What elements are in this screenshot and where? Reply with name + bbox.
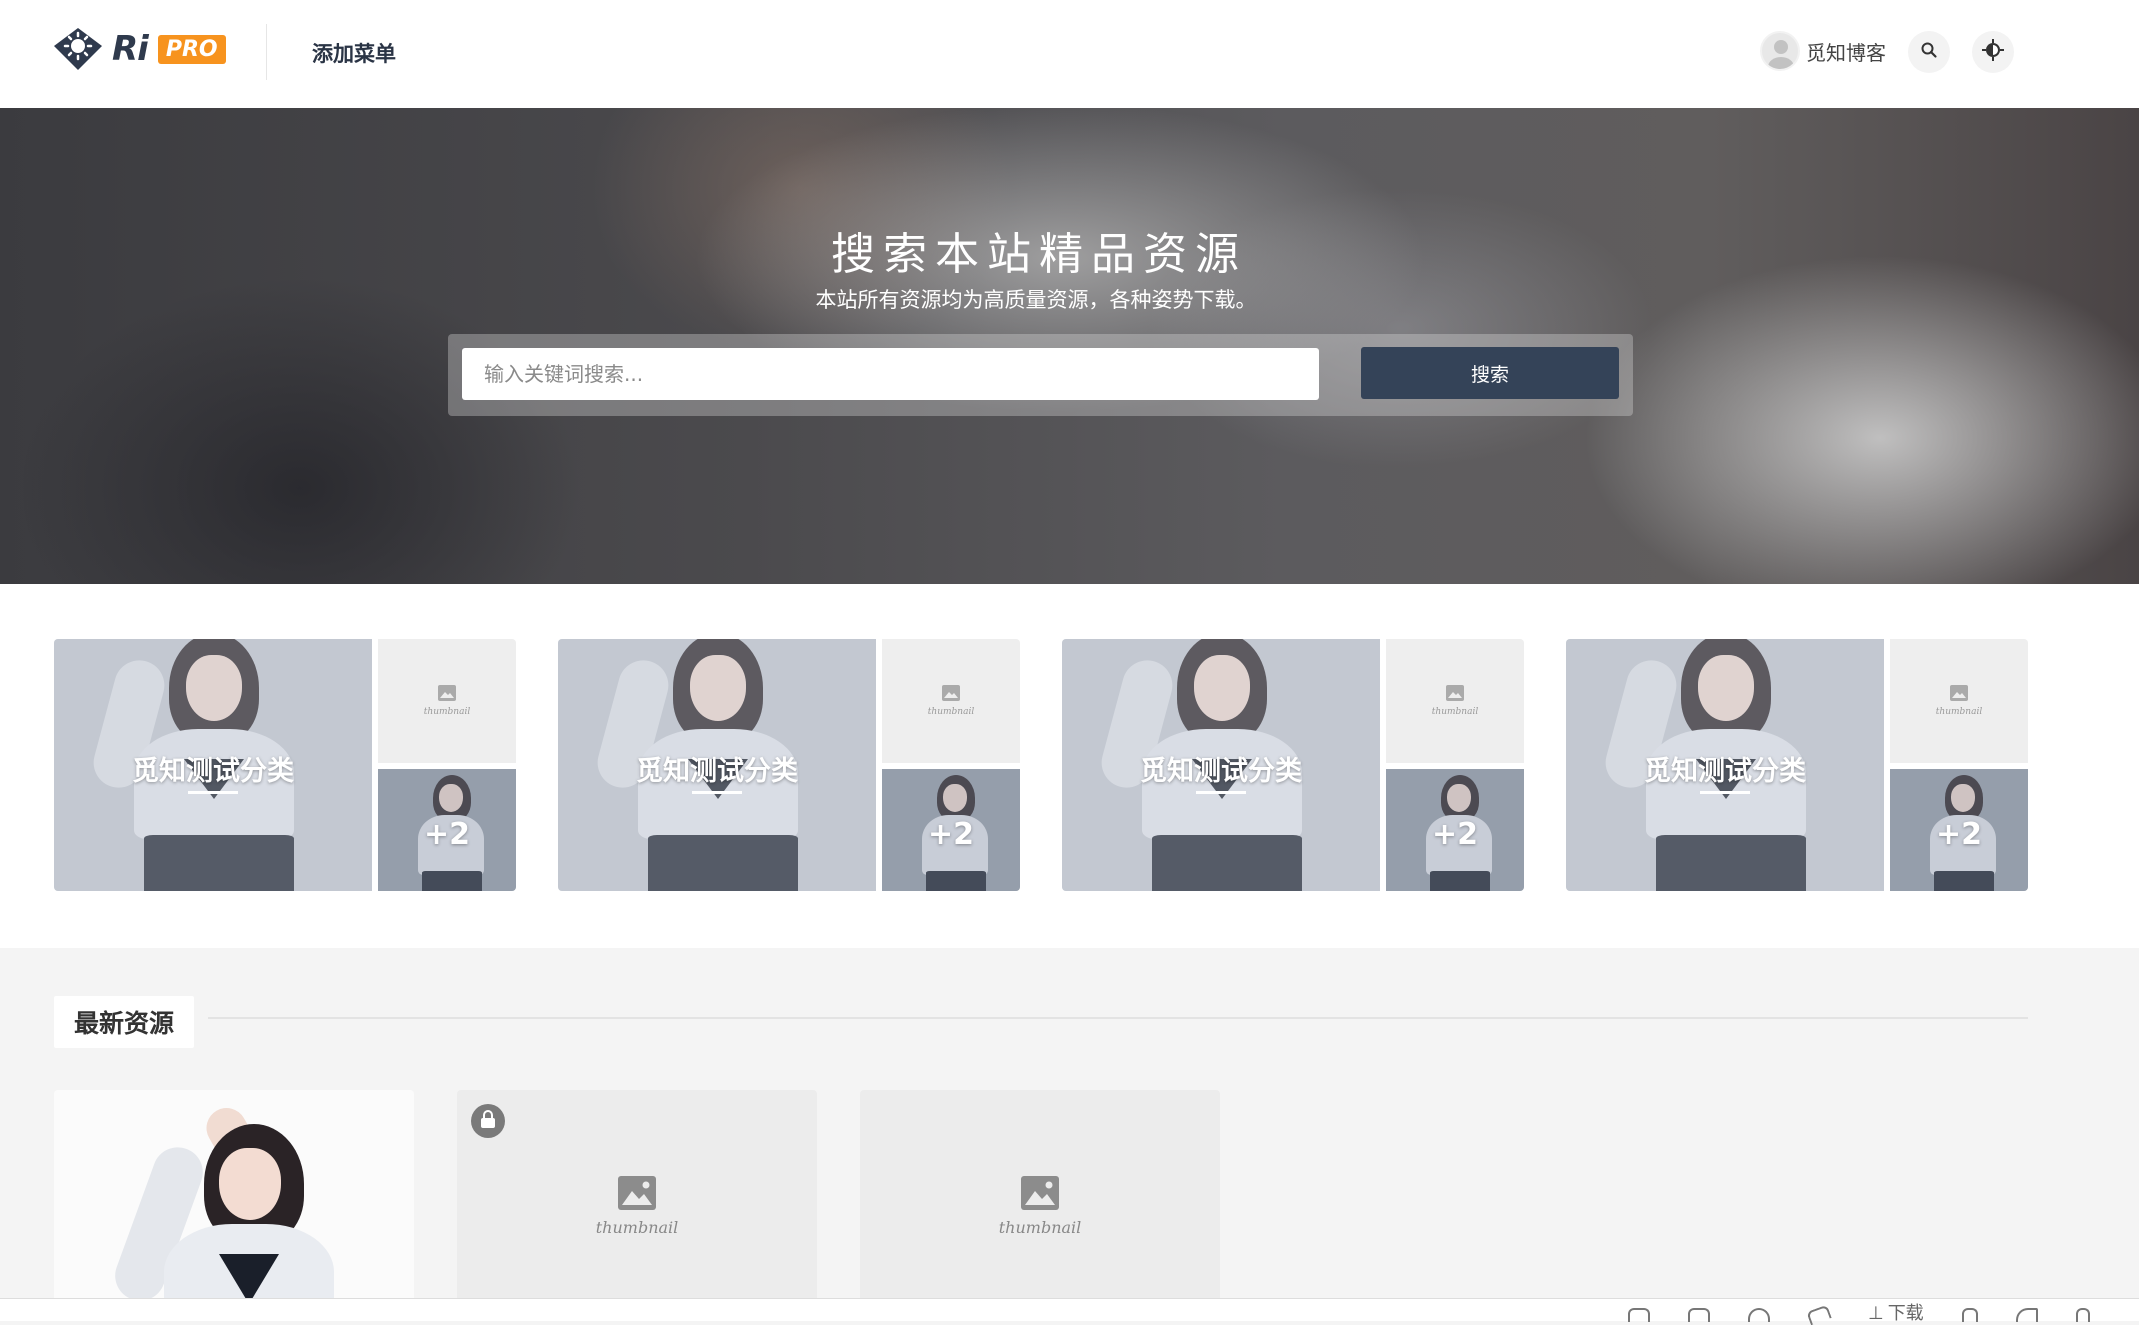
download-icon: ⊥ (1868, 1303, 1884, 1324)
image-icon[interactable] (1688, 1308, 1710, 1322)
category-more-count: +2 (423, 817, 470, 852)
category-title: 觅知测试分类 (1644, 756, 1806, 787)
brush-icon[interactable] (1806, 1304, 1832, 1325)
header-divider (266, 24, 267, 80)
lock-badge (471, 1104, 505, 1138)
site-logo[interactable]: Ri PRO (52, 26, 226, 72)
page-icon[interactable] (2075, 1308, 2090, 1322)
theme-toggle-button[interactable] (1972, 31, 2014, 73)
category-title: 觅知测试分类 (1140, 756, 1302, 787)
post-card[interactable]: thumbnail (457, 1090, 817, 1321)
search-input[interactable] (462, 348, 1319, 400)
thumbnail-label: thumbnail (1935, 707, 1983, 717)
section-header: 最新资源 (54, 996, 195, 1048)
category-card[interactable]: 觅知测试分类 thumbnail +2 (558, 639, 1020, 891)
search-submit-button[interactable]: 搜索 (1361, 347, 1619, 399)
category-title-underline (1196, 791, 1246, 794)
category-thumb-placeholder: thumbnail (378, 639, 516, 763)
logo-text-pro: PRO (157, 34, 226, 64)
hero-subtitle: 本站所有资源均为高质量资源，各种姿势下载。 (815, 288, 1257, 312)
category-thumb-placeholder: thumbnail (1386, 639, 1524, 763)
nav-item-add-menu[interactable]: 添加菜单 (312, 38, 396, 68)
thumbnail-label: thumbnail (927, 707, 975, 717)
lock-icon (480, 1110, 496, 1132)
post-thumbnail-placeholder: thumbnail (457, 1176, 817, 1237)
hero-search-form: 搜索 (448, 334, 1633, 416)
logo-mark-icon (52, 26, 104, 72)
category-thumb-placeholder: thumbnail (882, 639, 1020, 763)
post-card[interactable]: thumbnail (860, 1090, 1220, 1321)
image-placeholder-icon (942, 685, 960, 705)
download-label: 下载 (1887, 1303, 1924, 1324)
category-strip: 觅知测试分类 thumbnail +2 觅知测试分类 thumbnail +2 … (0, 584, 2139, 948)
category-card[interactable]: 觅知测试分类 thumbnail +2 (1062, 639, 1524, 891)
graduation-cap-icon[interactable] (1628, 1308, 1650, 1322)
category-more-count: +2 (1431, 817, 1478, 852)
category-title-underline (692, 791, 742, 794)
user-name: 觅知博客 (1806, 40, 1886, 65)
category-card[interactable]: 觅知测试分类 thumbnail +2 (54, 639, 516, 891)
search-button[interactable] (1908, 31, 1950, 73)
heart-icon[interactable] (1748, 1308, 1770, 1322)
section-title: 最新资源 (74, 1009, 175, 1038)
user-menu[interactable]: 觅知博客 (1760, 31, 1886, 71)
thumbnail-label: thumbnail (595, 1218, 679, 1237)
user-icon[interactable] (1961, 1308, 1978, 1322)
download-link[interactable]: ⊥ 下载 (1868, 1303, 1924, 1324)
image-placeholder-icon (1950, 685, 1968, 705)
bottom-toolbar-items: ⊥ 下载 (1628, 1303, 2090, 1325)
section-divider (208, 1017, 2028, 1019)
category-title-underline (188, 791, 238, 794)
thumbnail-label: thumbnail (998, 1218, 1082, 1237)
site-header: Ri PRO 添加菜单 觅知博客 (0, 0, 2139, 108)
category-more-count: +2 (1935, 817, 1982, 852)
category-thumb-placeholder: thumbnail (1890, 639, 2028, 763)
post-card[interactable] (54, 1090, 414, 1321)
category-card[interactable]: 觅知测试分类 thumbnail +2 (1566, 639, 2028, 891)
hero-banner: 搜索本站精品资源 本站所有资源均为高质量资源，各种姿势下载。 搜索 (0, 108, 2139, 584)
category-title-underline (1700, 791, 1750, 794)
avatar (1760, 31, 1800, 71)
category-title: 觅知测试分类 (132, 756, 294, 787)
post-thumbnail-image (54, 1090, 414, 1321)
category-more-count: +2 (927, 817, 974, 852)
category-title: 觅知测试分类 (636, 756, 798, 787)
thumbnail-label: thumbnail (423, 707, 471, 717)
post-thumbnail-placeholder: thumbnail (860, 1176, 1220, 1237)
image-placeholder-icon (618, 1176, 656, 1214)
image-placeholder-icon (438, 685, 456, 705)
leaf-icon[interactable] (2015, 1308, 2038, 1322)
thumbnail-label: thumbnail (1431, 707, 1479, 717)
hero-title: 搜索本站精品资源 (831, 229, 1247, 280)
logo-text-ri: Ri (112, 29, 149, 69)
image-placeholder-icon (1446, 685, 1464, 705)
image-placeholder-icon (1021, 1176, 1059, 1214)
search-icon (1920, 41, 1938, 63)
theme-toggle-icon (1982, 39, 2004, 65)
